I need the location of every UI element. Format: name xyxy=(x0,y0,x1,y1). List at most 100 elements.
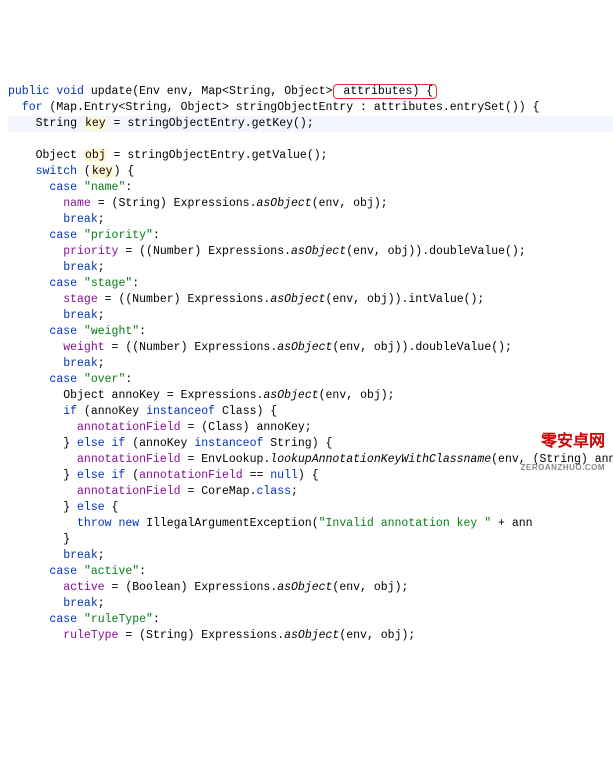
line: } xyxy=(8,533,70,546)
line: Object obj = stringObjectEntry.getValue(… xyxy=(8,149,328,162)
line: active = (Boolean) Expressions.asObject(… xyxy=(8,581,408,594)
line: } else if (annoKey instanceof String) { xyxy=(8,437,332,450)
var: obj xyxy=(388,245,409,258)
field: active xyxy=(63,581,104,594)
kw-break: break xyxy=(63,357,98,370)
var: attributes xyxy=(374,101,443,114)
kw-case: case xyxy=(49,229,77,242)
line: case "over": xyxy=(8,373,132,386)
kw-break: break xyxy=(63,597,98,610)
type: Object xyxy=(36,149,77,162)
method: asObject xyxy=(277,581,332,594)
string: "over" xyxy=(84,373,125,386)
string: "Invalid annotation key " xyxy=(319,517,492,530)
type: Class xyxy=(208,421,243,434)
kw-for: for xyxy=(22,101,43,114)
line: break; xyxy=(8,597,105,610)
var: stringObjectEntry xyxy=(127,117,244,130)
var: obj xyxy=(360,389,381,402)
type: String xyxy=(270,437,311,450)
field: annotationField xyxy=(77,485,181,498)
type: Boolean xyxy=(132,581,180,594)
type: Map xyxy=(201,85,222,98)
class: EnvLookup xyxy=(201,453,263,466)
line: case "priority": xyxy=(8,229,160,242)
var: obj xyxy=(374,581,395,594)
type: String xyxy=(146,629,187,642)
kw-case: case xyxy=(49,613,77,626)
var: obj xyxy=(367,293,388,306)
line: priority = ((Number) Expressions.asObjec… xyxy=(8,245,526,258)
var: env xyxy=(326,389,347,402)
method: getKey xyxy=(252,117,293,130)
type: Map.Entry<String, Object> xyxy=(56,101,229,114)
var: obj xyxy=(374,341,395,354)
method: asObject xyxy=(263,389,318,402)
field: annotationField xyxy=(77,453,181,466)
var-obj: obj xyxy=(84,149,107,162)
type: Object xyxy=(284,85,325,98)
class: Expressions xyxy=(181,389,257,402)
watermark: 零安卓网 ZEROANZHUO.COM xyxy=(521,424,605,474)
var: env xyxy=(346,629,367,642)
field: priority xyxy=(63,245,118,258)
var: env xyxy=(332,293,353,306)
kw-class: class xyxy=(256,485,291,498)
field: weight xyxy=(63,341,104,354)
string: "name" xyxy=(84,181,125,194)
type: String xyxy=(118,197,159,210)
type: Number xyxy=(132,293,173,306)
class: Expressions xyxy=(208,245,284,258)
method: asObject xyxy=(257,197,312,210)
class: Expressions xyxy=(201,629,277,642)
method: doubleValue xyxy=(429,245,505,258)
watermark-text: 零安卓网 xyxy=(541,433,605,450)
type: String xyxy=(36,117,77,130)
line: break; xyxy=(8,357,105,370)
var: env xyxy=(319,197,340,210)
type: Class xyxy=(222,405,257,418)
kw-elseif: else if xyxy=(77,469,125,482)
line: name = (String) Expressions.asObject(env… xyxy=(8,197,388,210)
line: break; xyxy=(8,261,105,274)
line: case "stage": xyxy=(8,277,139,290)
param: env xyxy=(167,85,188,98)
class: Expressions xyxy=(174,197,250,210)
kw-case: case xyxy=(49,181,77,194)
field: ruleType xyxy=(63,629,118,642)
code-block: public void update(Env env, Map<String, … xyxy=(8,85,613,642)
var: annoKey xyxy=(139,437,187,450)
kw-break: break xyxy=(63,309,98,322)
method: asObject xyxy=(277,341,332,354)
method-name: update xyxy=(91,85,132,98)
kw-case: case xyxy=(49,277,77,290)
method: asObject xyxy=(291,245,346,258)
line: if (annoKey instanceof Class) { xyxy=(8,405,277,418)
type: Number xyxy=(139,341,180,354)
line: case "ruleType": xyxy=(8,613,160,626)
highlighted-param: attributes) { xyxy=(333,84,438,99)
method: getValue xyxy=(252,149,307,162)
var: env xyxy=(353,245,374,258)
field: stage xyxy=(63,293,98,306)
string: "ruleType" xyxy=(84,613,153,626)
class: IllegalArgumentException xyxy=(146,517,312,530)
line: stage = ((Number) Expressions.asObject(e… xyxy=(8,293,484,306)
var: obj xyxy=(381,629,402,642)
line: break; xyxy=(8,549,105,562)
string: "weight" xyxy=(84,325,139,338)
var: annoKey xyxy=(91,405,139,418)
class: CoreMap xyxy=(201,485,249,498)
string: "active" xyxy=(84,565,139,578)
line: throw new IllegalArgumentException("Inva… xyxy=(8,517,533,530)
method: asObject xyxy=(270,293,325,306)
class: Expressions xyxy=(194,581,270,594)
kw-null: null xyxy=(270,469,298,482)
kw-case: case xyxy=(49,373,77,386)
line: case "active": xyxy=(8,565,146,578)
var-key: key xyxy=(84,117,107,130)
line: } else { xyxy=(8,501,118,514)
kw-case: case xyxy=(49,325,77,338)
var: annoKey xyxy=(112,389,160,402)
method: lookupAnnotationKeyWithClassname xyxy=(270,453,491,466)
